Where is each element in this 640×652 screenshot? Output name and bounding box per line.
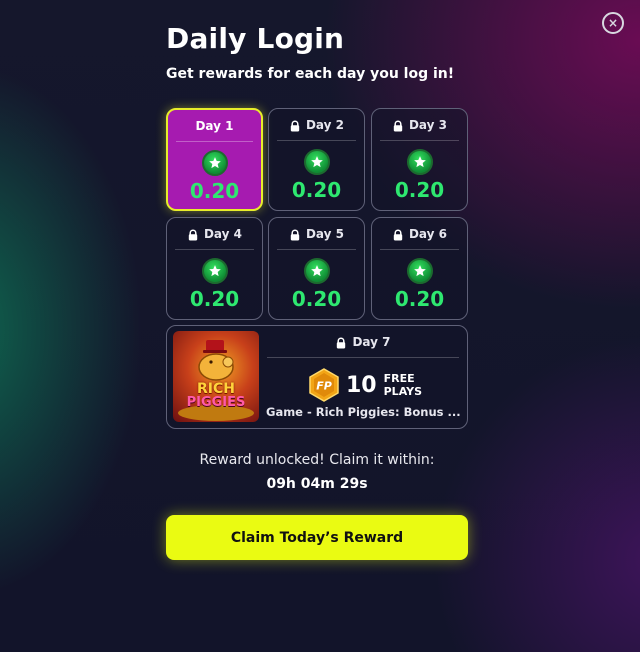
- game-thumbnail-subtitle: PIGGIES: [186, 395, 246, 410]
- lock-icon: [393, 229, 403, 240]
- day-label: Day 7: [352, 334, 391, 349]
- reward-amount: 0.20: [394, 178, 445, 202]
- claim-reward-button[interactable]: Claim Today’s Reward: [166, 515, 468, 560]
- day-tile-4[interactable]: Day 4 0.20: [166, 217, 263, 320]
- game-name: Game - Rich Piggies: Bonus ...: [266, 405, 461, 419]
- day-label: Day 6: [408, 226, 448, 241]
- close-button[interactable]: ×: [602, 12, 624, 34]
- reward-amount: 0.20: [189, 179, 240, 203]
- day-tile-header: Day 1: [176, 110, 253, 142]
- star-coin-icon: [406, 149, 433, 175]
- day-label: Day 5: [305, 226, 345, 241]
- day-tile-header: Day 5: [277, 218, 356, 250]
- day-tile-2[interactable]: Day 2 0.20: [268, 108, 365, 211]
- day-tile-5[interactable]: Day 5 0.20: [268, 217, 365, 320]
- fp-badge-icon: FP: [309, 368, 339, 402]
- lock-icon: [188, 229, 198, 240]
- lock-icon: [393, 120, 403, 131]
- star-coin-icon: [303, 258, 330, 284]
- fp-badge-text: FP: [316, 380, 332, 393]
- lock-icon: [290, 120, 300, 131]
- reward-amount: 0.20: [291, 178, 342, 202]
- day-label: Day 1: [195, 118, 234, 133]
- reward-amount: 0.20: [189, 287, 240, 311]
- free-plays-count: 10: [346, 372, 377, 398]
- day-tile-header: Day 2: [277, 109, 356, 141]
- countdown-timer: 09h 04m 29s: [266, 476, 368, 492]
- day-tile-1[interactable]: Day 1 0.20: [166, 108, 263, 211]
- free-plays-label: FREE PLAYS: [384, 372, 422, 398]
- star-coin-icon: [201, 150, 228, 176]
- game-thumbnail: RICH PIGGIES: [173, 331, 259, 422]
- unlock-message: Reward unlocked! Claim it within:: [199, 452, 435, 468]
- day-label: Day 2: [305, 117, 345, 132]
- page-title: Daily Login: [166, 22, 345, 55]
- day-tile-header: Day 3: [380, 109, 459, 141]
- free-plays-reward: FP 10 FREE PLAYS: [307, 368, 422, 402]
- day-tile-header: Day 6: [380, 218, 459, 250]
- free-label: FREE: [383, 372, 415, 385]
- star-coin-icon: [303, 149, 330, 175]
- reward-amount: 0.20: [291, 287, 342, 311]
- day-tile-header: Day 4: [175, 218, 254, 250]
- day-tile-6[interactable]: Day 6 0.20: [371, 217, 468, 320]
- lock-icon: [290, 229, 300, 240]
- plays-label: PLAYS: [383, 385, 423, 398]
- day-tile-7[interactable]: RICH PIGGIES Day 7 FP 10 FREE PLAYS Game…: [166, 325, 468, 429]
- day-tile-header: Day 7: [267, 326, 459, 358]
- day-tile-3[interactable]: Day 3 0.20: [371, 108, 468, 211]
- close-icon[interactable]: ×: [608, 17, 618, 29]
- day-label: Day 3: [408, 117, 448, 132]
- star-coin-icon: [201, 258, 228, 284]
- lock-icon: [337, 337, 346, 348]
- page-subtitle: Get rewards for each day you log in!: [166, 66, 455, 82]
- star-coin-icon: [406, 258, 433, 284]
- reward-amount: 0.20: [394, 287, 445, 311]
- day-label: Day 4: [203, 226, 243, 241]
